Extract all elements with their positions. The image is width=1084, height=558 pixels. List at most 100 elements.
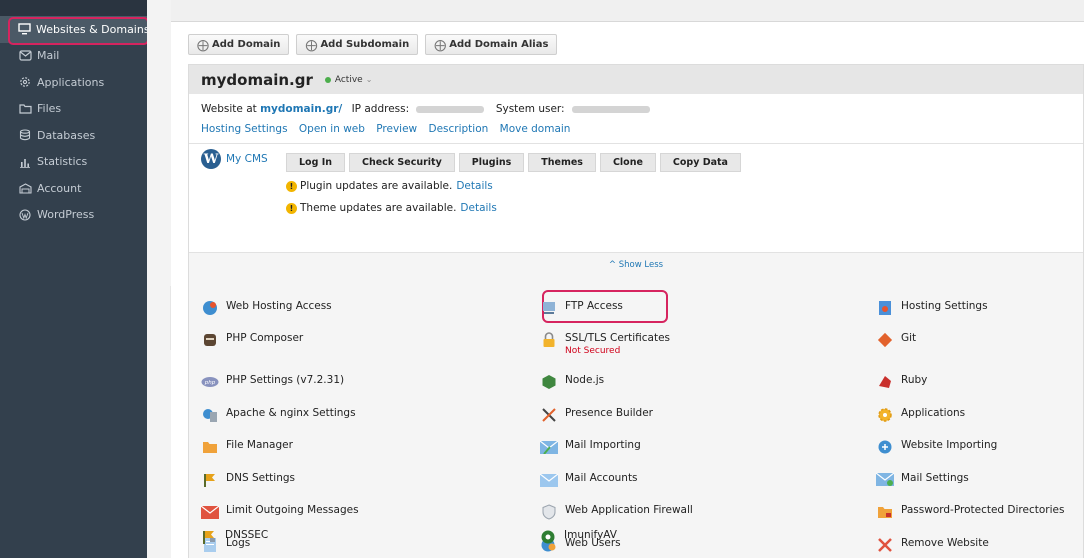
sidebar-item-websites-domains[interactable]: Websites & Domains — [0, 16, 150, 45]
sidebar-item-label: Mail — [37, 49, 60, 63]
tool-web-application-firewall[interactable]: Web Application Firewall — [540, 504, 693, 520]
top-strip — [171, 0, 1084, 22]
sidebar-item-label: Databases — [37, 128, 96, 142]
tool-limit-outgoing-messages[interactable]: Limit Outgoing Messages — [201, 504, 359, 520]
preview-link[interactable]: Preview — [376, 123, 417, 135]
tool-password-protected-directories[interactable]: Password-Protected Directories — [876, 504, 1064, 520]
cms-name-link[interactable]: My CMS — [226, 153, 268, 165]
tool-ssl-tls-certificates[interactable]: SSL/TLS Certificates Not Secured — [540, 332, 670, 356]
tool-nodejs[interactable]: Node.js — [540, 374, 604, 390]
add-subdomain-button[interactable]: ⨁ Add Subdomain — [296, 34, 419, 55]
tool-mail-importing[interactable]: Mail Importing — [540, 439, 641, 455]
open-in-web-link[interactable]: Open in web — [299, 123, 365, 135]
sidebar-top — [0, 0, 147, 16]
domain-name: mydomain.gr — [201, 70, 313, 89]
sidebar-item-files[interactable]: Files — [0, 96, 147, 123]
tool-website-importing[interactable]: Website Importing — [876, 439, 997, 455]
log-in-button[interactable]: Log In — [286, 153, 345, 172]
close-icon — [876, 537, 894, 553]
themes-button[interactable]: Themes — [528, 153, 596, 172]
envelope-icon — [18, 49, 32, 63]
ssl-status: Not Secured — [565, 346, 621, 356]
plugin-update-notice: ! Plugin updates are available. Details — [286, 180, 493, 192]
sidebar-item-account[interactable]: Account — [0, 175, 147, 202]
tool-web-hosting-access[interactable]: Web Hosting Access — [201, 300, 332, 316]
database-icon — [18, 128, 32, 142]
add-domain-alias-button[interactable]: ⨁ Add Domain Alias — [425, 34, 558, 55]
gear-icon — [18, 75, 32, 89]
gutter — [147, 0, 171, 558]
hosting-settings-link[interactable]: Hosting Settings — [201, 123, 288, 135]
tool-hosting-settings[interactable]: Hosting Settings — [876, 300, 988, 316]
sidebar-item-mail[interactable]: Mail — [0, 43, 147, 70]
domain-info-line: Website at mydomain.gr/ IP address: Syst… — [201, 99, 1071, 119]
clone-button[interactable]: Clone — [599, 153, 656, 172]
tool-file-manager[interactable]: File Manager — [201, 439, 293, 455]
tool-imunifyav[interactable]: ImunifyAV — [539, 529, 617, 545]
plugins-button[interactable]: Plugins — [458, 153, 525, 172]
tool-dnssec[interactable]: DNSSEC — [200, 529, 268, 545]
server-settings-icon — [201, 407, 219, 423]
check-security-button[interactable]: Check Security — [349, 153, 455, 172]
website-link[interactable]: mydomain.gr/ — [260, 103, 342, 115]
sidebar-item-applications[interactable]: Applications — [0, 69, 147, 96]
composer-icon — [201, 332, 219, 348]
domain-card-header: mydomain.gr Active ⌄ — [189, 65, 1083, 94]
mail-limit-icon — [201, 504, 219, 520]
domain-links: Hosting Settings Open in web Preview Des… — [201, 119, 1071, 139]
plugin-details-link[interactable]: Details — [456, 180, 492, 192]
svg-text:php: php — [204, 380, 216, 386]
ip-address-redacted — [416, 105, 485, 113]
account-icon — [18, 181, 32, 195]
tool-remove-website[interactable]: Remove Website — [876, 537, 989, 553]
sidebar-item-label: WordPress — [37, 208, 95, 222]
tool-php-settings[interactable]: php PHP Settings (v7.2.31) — [201, 374, 344, 390]
domain-card: mydomain.gr Active ⌄ Website at mydomain… — [188, 64, 1084, 558]
sidebar-item-wordpress[interactable]: WordPress — [0, 202, 147, 229]
globe-user-icon — [201, 300, 219, 316]
main-content: ⨁ Add Domain ⨁ Add Subdomain ⨁ Add Domain A… — [171, 22, 1084, 558]
dnssec-icon — [200, 529, 218, 545]
tool-apache-nginx-settings[interactable]: Apache & nginx Settings — [201, 407, 356, 423]
tools-area: ^ Show Less Web Hosting Access PHP Compo… — [189, 252, 1083, 558]
sidebar-item-databases[interactable]: Databases — [0, 122, 147, 149]
tools-icon — [540, 407, 558, 423]
add-domain-button[interactable]: ⨁ Add Domain — [188, 34, 290, 55]
tool-ruby[interactable]: Ruby — [876, 374, 927, 390]
description-link[interactable]: Description — [428, 123, 488, 135]
status-badge[interactable]: Active ⌄ — [324, 75, 372, 85]
plus-icon: ⨁ — [434, 37, 447, 52]
website-import-icon — [876, 439, 894, 455]
plus-icon: ⨁ — [197, 37, 209, 52]
monitor-icon — [18, 22, 31, 36]
domain-actions-toolbar: ⨁ Add Domain ⨁ Add Subdomain ⨁ Add Domain A… — [188, 34, 558, 55]
sidebar-item-label: Files — [37, 102, 62, 116]
sidebar-item-label: Account — [37, 181, 82, 195]
sidebar-item-label: Applications — [37, 75, 105, 89]
imunify-icon — [539, 529, 557, 545]
theme-update-notice: ! Theme updates are available. Details — [286, 202, 497, 214]
move-domain-link[interactable]: Move domain — [500, 123, 571, 135]
sidebar-item-label: Websites & Domains — [36, 22, 150, 36]
tool-dns-settings[interactable]: DNS Settings — [201, 472, 295, 488]
tool-ftp-access[interactable]: FTP Access — [540, 300, 623, 316]
tool-mail-accounts[interactable]: Mail Accounts — [540, 472, 638, 488]
wordpress-icon — [18, 208, 32, 222]
show-less-link[interactable]: ^ Show Less — [189, 260, 1083, 270]
mail-settings-icon — [876, 472, 894, 488]
dns-flag-icon — [201, 472, 219, 488]
lock-icon — [540, 332, 558, 348]
tool-presence-builder[interactable]: Presence Builder — [540, 407, 653, 423]
theme-details-link[interactable]: Details — [460, 202, 496, 214]
copy-data-button[interactable]: Copy Data — [659, 153, 741, 172]
cms-toolbar: Log In Check Security Plugins Themes Clo… — [286, 153, 741, 172]
nodejs-icon — [540, 374, 558, 390]
tool-mail-settings[interactable]: Mail Settings — [876, 472, 969, 488]
sidebar-item-label: Statistics — [37, 155, 88, 169]
ruby-icon — [876, 374, 894, 390]
tool-applications[interactable]: Applications — [876, 407, 965, 423]
tool-git[interactable]: Git — [876, 332, 916, 348]
shield-icon — [540, 504, 558, 520]
tool-php-composer[interactable]: PHP Composer — [201, 332, 303, 348]
sidebar-item-statistics[interactable]: Statistics — [0, 149, 147, 176]
